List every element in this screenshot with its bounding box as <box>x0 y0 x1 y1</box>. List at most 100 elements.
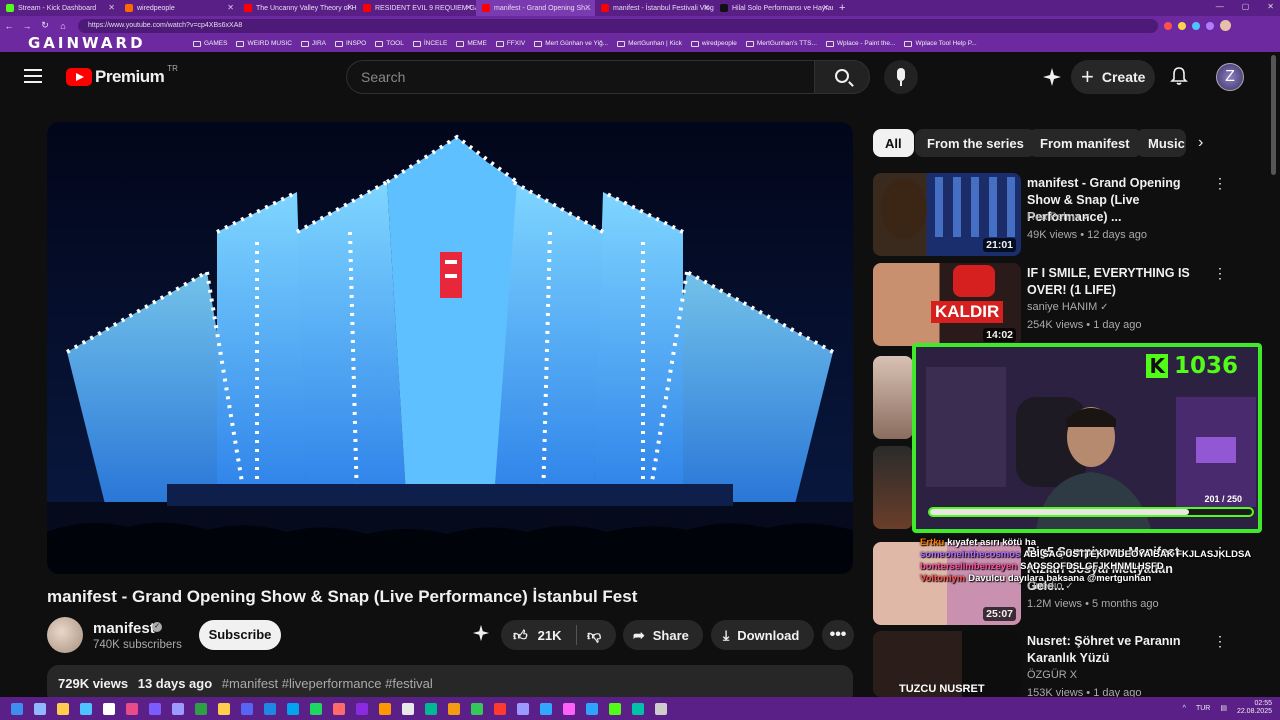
taskbar-app-icon[interactable] <box>172 702 184 715</box>
maximize-icon[interactable]: ▢ <box>1242 2 1250 11</box>
taskbar-app-icon[interactable] <box>34 702 46 715</box>
browser-tab[interactable]: manifest - Grand Opening Sh... ✕ <box>476 0 595 16</box>
taskbar-app-icon[interactable] <box>425 702 437 715</box>
taskbar-app-icon[interactable] <box>241 702 253 715</box>
bookmark-item[interactable]: JIRA <box>300 40 326 47</box>
channel-name[interactable]: manifest <box>93 620 155 637</box>
recommendation-title[interactable]: IF I SMILE, EVERYTHING IS OVER! (1 LIFE) <box>1027 265 1213 299</box>
taskbar-app-icon[interactable] <box>149 702 161 715</box>
taskbar-app-icon[interactable] <box>494 702 506 715</box>
video-thumbnail[interactable]: TUZCU NUSRET <box>873 631 1021 697</box>
create-button[interactable]: + Create <box>1071 60 1155 94</box>
page-scrollbar[interactable] <box>1271 55 1276 175</box>
notifications-bell-icon[interactable] <box>1170 66 1188 91</box>
reload-icon[interactable]: ↻ <box>36 20 54 31</box>
tab-close-icon[interactable]: ✕ <box>584 3 591 12</box>
bookmark-item[interactable]: WEIRD MUSIC <box>236 40 292 47</box>
dislike-button[interactable]: 👎︎ <box>577 627 601 644</box>
search-button[interactable] <box>814 60 870 94</box>
ask-sparkle-icon[interactable] <box>1042 67 1062 92</box>
video-thumbnail[interactable]: KALDIR 14:02 <box>873 263 1021 346</box>
taskbar-app-icon[interactable] <box>655 702 667 715</box>
url-field[interactable]: https://www.youtube.com/watch?v=cp4XBs6x… <box>78 18 1158 33</box>
chip-all[interactable]: All <box>873 129 914 157</box>
recommendation-title[interactable]: Nusret: Şöhret ve Paranın Karanlık Yüzü <box>1027 633 1213 667</box>
taskbar-app-icon[interactable] <box>517 702 529 715</box>
new-tab-plus-icon[interactable]: + <box>833 2 851 14</box>
browser-tab[interactable]: wiredpeople ✕ <box>119 0 238 16</box>
minimize-icon[interactable]: — <box>1216 2 1224 11</box>
subscribe-button[interactable]: Subscribe <box>199 620 281 650</box>
taskbar-app-icon[interactable] <box>103 702 115 715</box>
browser-tab[interactable]: The Uncanny Valley Theory of Hu... ✕ <box>238 0 357 16</box>
taskbar-app-icon[interactable] <box>333 702 345 715</box>
bookmark-item[interactable]: MertGunhan | Kick <box>617 40 682 47</box>
account-avatar[interactable]: Z <box>1216 63 1244 91</box>
forward-icon[interactable]: → <box>18 21 36 31</box>
like-button[interactable]: 👍︎ 21K <box>501 625 577 645</box>
language-indicator[interactable]: TUR <box>1196 705 1210 712</box>
taskbar-app-icon[interactable] <box>310 702 322 715</box>
chevron-up-icon[interactable]: ^ <box>1183 705 1186 712</box>
taskbar-clock[interactable]: 02:55 22.08.2025 <box>1237 700 1272 716</box>
bookmark-item[interactable]: MertGunhan's TTS... <box>745 40 817 47</box>
taskbar-app-icon[interactable] <box>586 702 598 715</box>
chevron-right-icon[interactable]: › <box>1198 134 1203 152</box>
taskbar-app-icon[interactable] <box>632 702 644 715</box>
hamburger-menu-icon[interactable] <box>24 69 42 83</box>
recommendation-channel[interactable]: ÖZGÜR X <box>1027 669 1077 681</box>
bookmark-item[interactable]: Wplace - Paint the... <box>825 40 895 47</box>
tab-close-icon[interactable]: ✕ <box>346 3 353 12</box>
browser-tab[interactable]: RESIDENT EVIL 9 REQUIEM Game...✕ <box>357 0 476 16</box>
search-input[interactable] <box>347 61 814 93</box>
bookmark-item[interactable]: MEME <box>456 40 487 47</box>
video-player[interactable] <box>47 122 853 574</box>
taskbar-app-icon[interactable] <box>402 702 414 715</box>
video-thumbnail[interactable] <box>873 446 913 529</box>
video-thumbnail[interactable] <box>873 356 913 439</box>
chip-from-the-series[interactable]: From the series <box>915 129 1036 157</box>
extension-icon[interactable] <box>1206 21 1214 30</box>
tab-close-icon[interactable]: ✕ <box>822 3 829 12</box>
ask-sparkle-icon[interactable] <box>472 624 490 647</box>
extension-icon[interactable] <box>1192 21 1200 30</box>
tab-close-icon[interactable]: ✕ <box>108 3 115 12</box>
profile-icon[interactable] <box>1220 20 1231 31</box>
taskbar-app-icon[interactable] <box>609 702 621 715</box>
share-button[interactable]: ➦ Share <box>623 620 703 650</box>
voice-search-button[interactable] <box>884 60 918 94</box>
taskbar-app-icon[interactable] <box>11 702 23 715</box>
bookmark-item[interactable]: wiredpeople <box>690 40 737 47</box>
extension-icon[interactable] <box>1164 21 1172 30</box>
back-icon[interactable]: ← <box>0 21 18 31</box>
bookmark-item[interactable]: INSPO <box>335 40 366 47</box>
taskbar-app-icon[interactable] <box>126 702 138 715</box>
video-thumbnail[interactable]: 21:01 <box>873 173 1021 256</box>
taskbar-app-icon[interactable] <box>540 702 552 715</box>
taskbar-app-icon[interactable] <box>57 702 69 715</box>
tab-close-icon[interactable]: ✕ <box>227 3 234 12</box>
taskbar-app-icon[interactable] <box>264 702 276 715</box>
kebab-menu-icon[interactable]: ⋮ <box>1213 175 1227 192</box>
taskbar-app-icon[interactable] <box>287 702 299 715</box>
network-icon[interactable]: ▤ <box>1220 704 1227 712</box>
taskbar-app-icon[interactable] <box>448 702 460 715</box>
more-actions-button[interactable]: ••• <box>822 620 854 650</box>
taskbar-app-icon[interactable] <box>195 702 207 715</box>
youtube-premium-logo[interactable]: Premium TR <box>66 64 178 87</box>
kebab-menu-icon[interactable]: ⋮ <box>1213 265 1227 282</box>
chip-music[interactable]: Music <box>1136 129 1186 157</box>
hashtags[interactable]: #manifest #liveperformance #festival <box>222 676 433 691</box>
bookmark-item[interactable]: İNCELE <box>412 40 447 47</box>
recommendation-channel[interactable]: saniye HANIM ✓ <box>1027 301 1108 313</box>
bookmark-item[interactable]: FFXIV <box>495 40 525 47</box>
chip-from-manifest[interactable]: From manifest <box>1028 129 1142 157</box>
bookmark-item[interactable]: Wplace Tool Help P... <box>904 40 977 47</box>
kebab-menu-icon[interactable]: ⋮ <box>1213 633 1227 650</box>
tab-close-icon[interactable]: ✕ <box>465 3 472 12</box>
home-icon[interactable]: ⌂ <box>54 21 72 31</box>
extension-icon[interactable] <box>1178 21 1186 30</box>
browser-tab[interactable]: manifest - İstanbul Festivali Vlog ✕ <box>595 0 714 16</box>
taskbar-app-icon[interactable] <box>471 702 483 715</box>
download-button[interactable]: ⤓ Download <box>711 620 814 650</box>
